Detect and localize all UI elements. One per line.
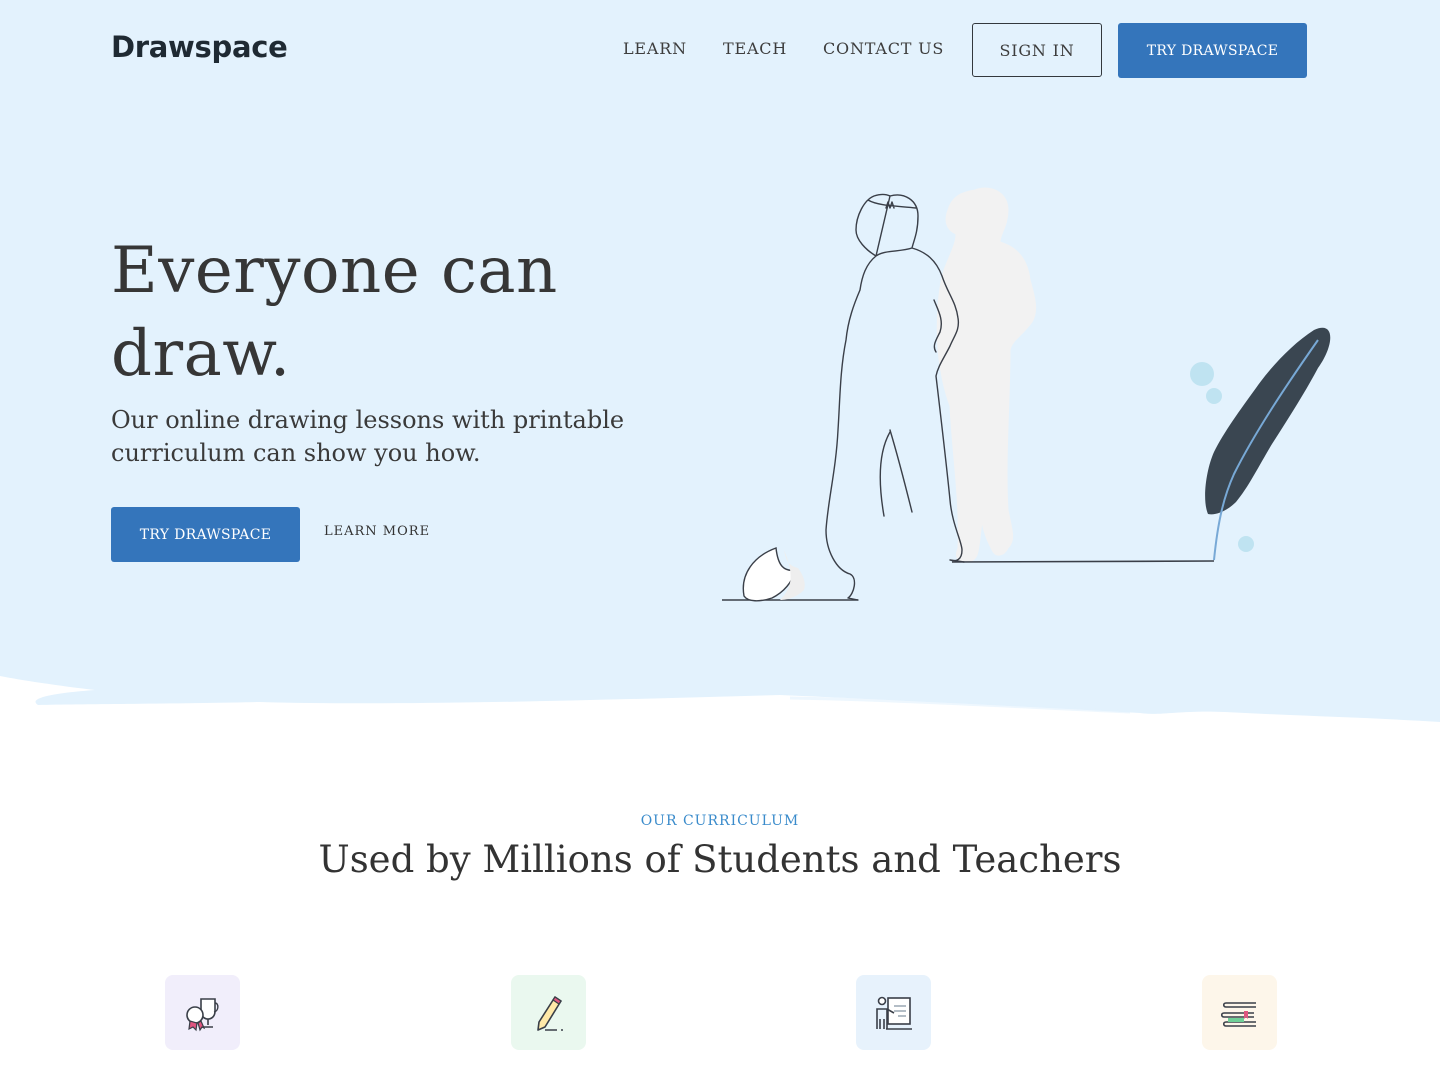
books-stack-icon xyxy=(1220,1001,1256,1027)
sign-in-button[interactable]: SIGN IN xyxy=(972,23,1102,77)
sign-in-button-label: SIGN IN xyxy=(999,40,1075,60)
ink-dot xyxy=(1238,536,1254,552)
ink-dot xyxy=(1190,362,1214,386)
nav-link-learn[interactable]: LEARN xyxy=(623,39,687,58)
nav-link-contact-us[interactable]: CONTACT US xyxy=(823,39,944,58)
hero-headline: Everyone can draw. xyxy=(111,234,558,391)
hero-section: Drawspace LEARN TEACH CONTACT US SIGN IN… xyxy=(0,0,1440,740)
try-drawspace-nav-label: TRY DRAWSPACE xyxy=(1146,42,1279,59)
teacher-presentation-icon xyxy=(875,996,912,1030)
ink-dot xyxy=(1206,388,1222,404)
curriculum-eyebrow: OUR CURRICULUM xyxy=(640,813,800,829)
feature-tile-teaching[interactable] xyxy=(856,975,931,1050)
trophy-award-icon xyxy=(185,997,219,1031)
try-drawspace-nav-button[interactable]: TRY DRAWSPACE xyxy=(1118,23,1307,78)
try-drawspace-hero-button[interactable]: TRY DRAWSPACE xyxy=(111,507,300,562)
feature-tile-books[interactable] xyxy=(1202,975,1277,1050)
nav-link-teach[interactable]: TEACH xyxy=(723,39,787,58)
quill-feather xyxy=(1205,327,1331,515)
hero-subheadline: Our online drawing lessons with printabl… xyxy=(111,406,625,467)
feature-tile-drawing[interactable] xyxy=(511,975,586,1050)
pencil-drawing-icon xyxy=(536,995,563,1031)
feature-tile-awards[interactable] xyxy=(165,975,240,1050)
woman-outline xyxy=(825,193,965,601)
hero-illustration xyxy=(722,187,1331,602)
brand-logo[interactable]: Drawspace xyxy=(111,30,288,64)
ground-line xyxy=(951,560,1215,563)
curriculum-title: Used by Millions of Students and Teacher… xyxy=(318,838,1122,881)
try-drawspace-hero-label: TRY DRAWSPACE xyxy=(139,526,272,543)
learn-more-link[interactable]: LEARN MORE xyxy=(324,524,430,539)
shadow-figure xyxy=(936,187,1037,563)
